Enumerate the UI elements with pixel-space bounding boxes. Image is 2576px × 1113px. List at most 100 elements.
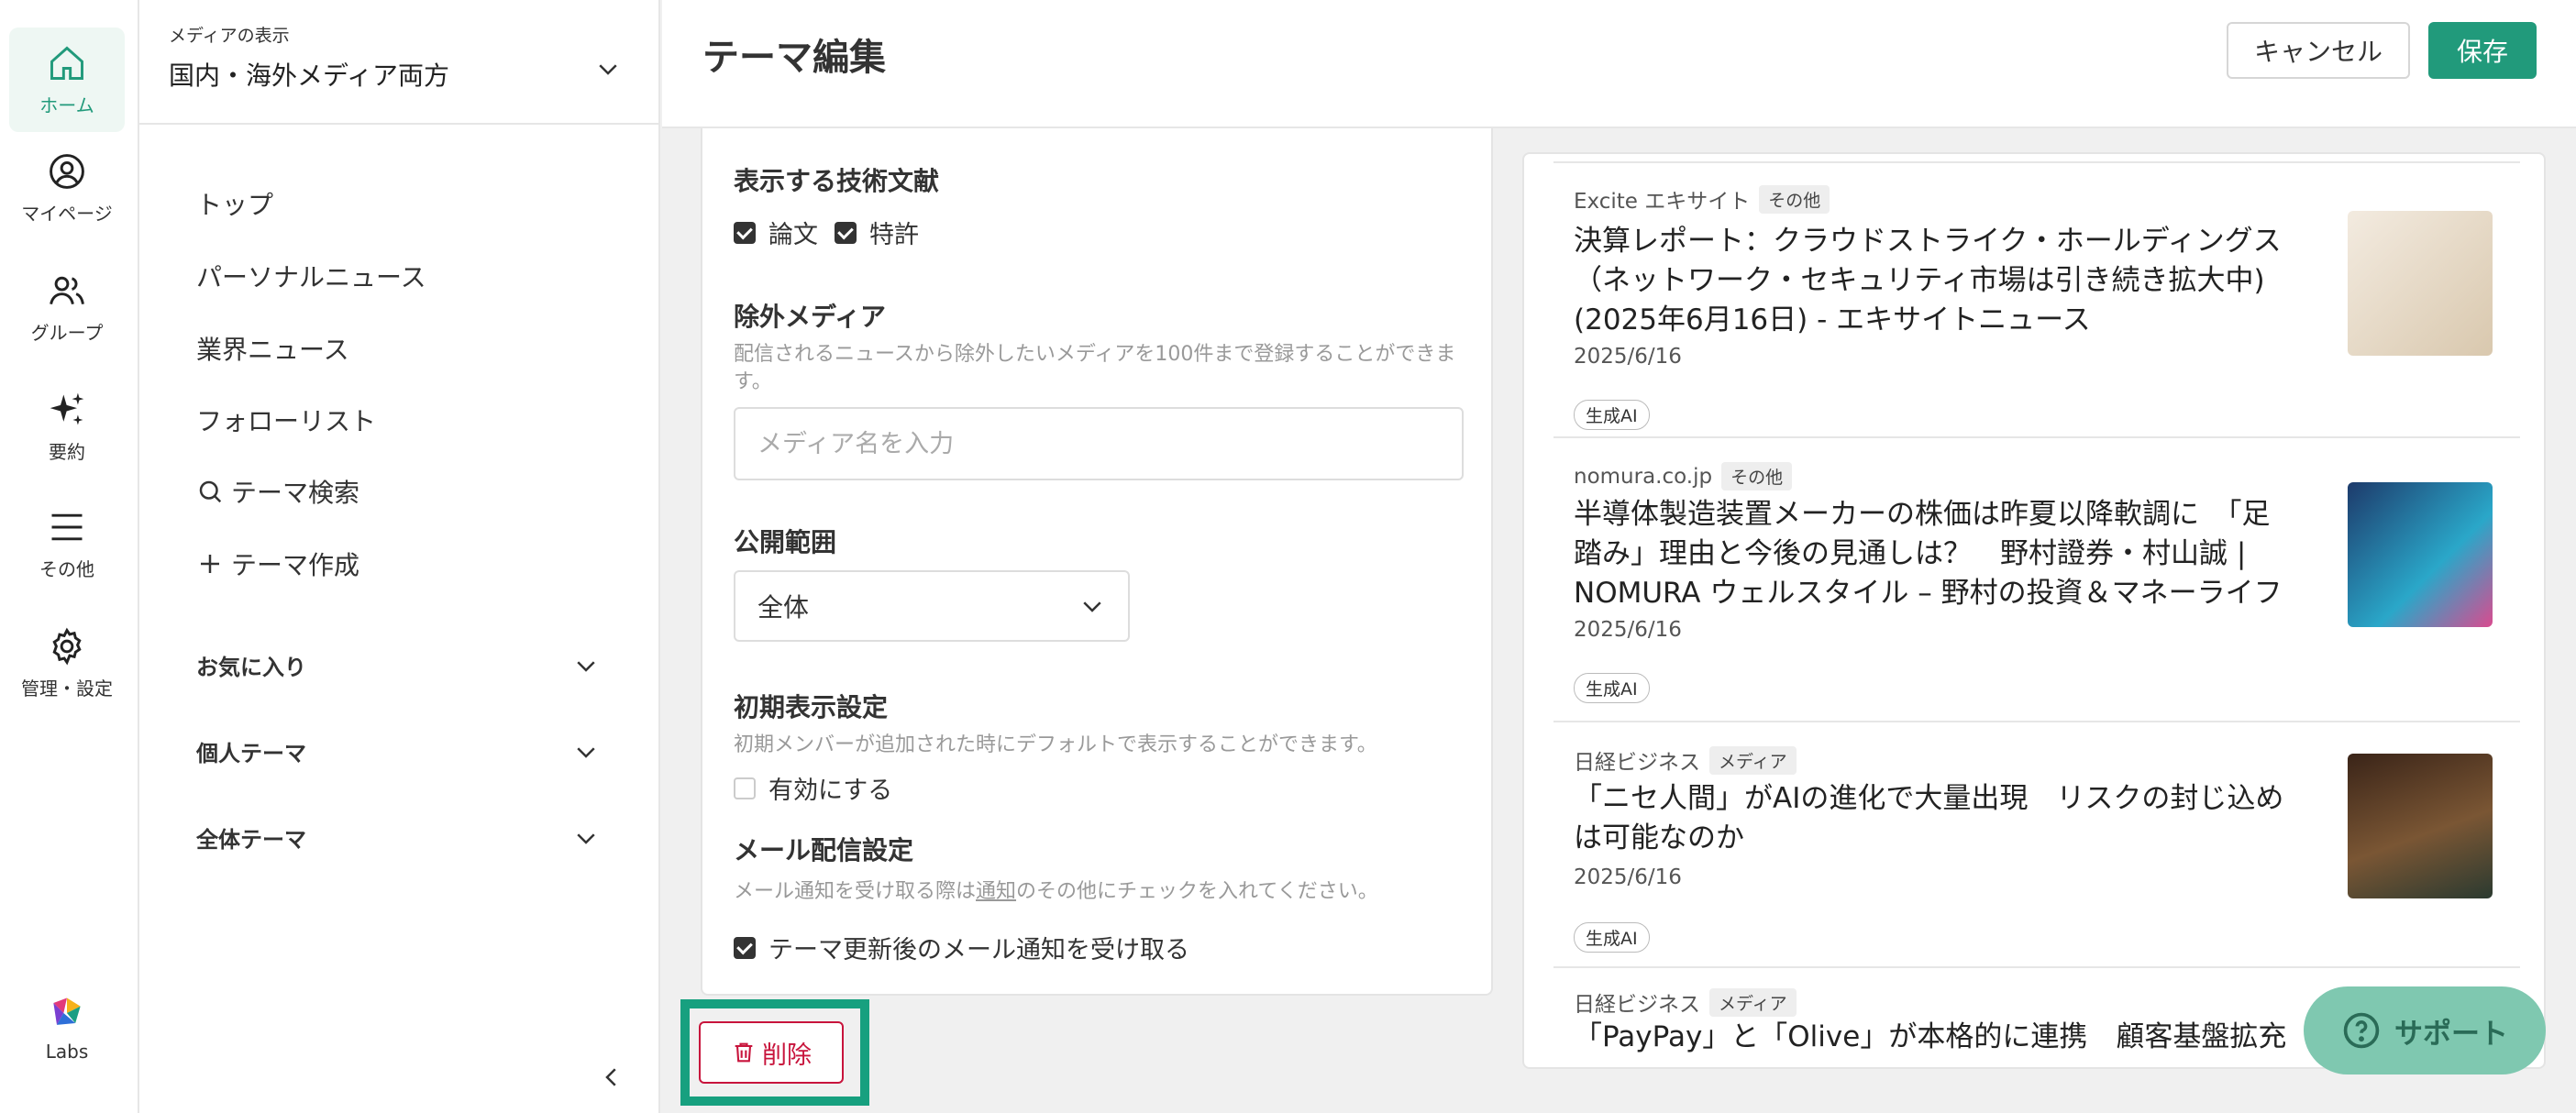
rail-summary[interactable]: 要約: [9, 374, 125, 479]
paper-checkbox-label: 論文: [768, 221, 818, 249]
news-card[interactable]: nomura.co.jp その他 半導体製造装置メーカーの株価は昨夏以降軟調に 「…: [1553, 440, 2520, 722]
rail-labs[interactable]: Labs: [9, 975, 125, 1080]
news-tag[interactable]: 生成AI: [1574, 922, 1650, 953]
news-title[interactable]: 半導体製造装置メーカーの株価は昨夏以降軟調に 「足踏み」理由と今後の見通しは？ …: [1574, 495, 2298, 613]
news-source-name: 日経ビジネス: [1574, 993, 1700, 1017]
news-source: nomura.co.jp その他: [1574, 462, 1793, 490]
chevron-down-icon: [1083, 601, 1101, 612]
mail-settings-title: メール配信設定: [734, 835, 914, 865]
news-category-badge: メディア: [1709, 745, 1797, 775]
trash-icon: [735, 1042, 753, 1063]
rail-settings-label: 管理・設定: [21, 677, 113, 700]
nav-theme-search[interactable]: テーマ検索: [196, 473, 359, 510]
rail-settings[interactable]: 管理・設定: [9, 611, 125, 715]
gear-icon: [52, 627, 82, 666]
nav-group-favorites-label: お気に入り: [196, 655, 306, 680]
delete-highlight: 削除: [680, 999, 869, 1106]
nav-group-personal-label: 個人テーマ: [196, 741, 306, 766]
rail-mypage[interactable]: マイページ: [9, 136, 125, 240]
scope-select[interactable]: 全体: [734, 570, 1130, 642]
chevron-down-icon: [577, 660, 595, 672]
exclude-media-desc: 配信されるニュースから除外したいメディアを100件まで登録することができます。: [734, 343, 1456, 393]
nav-group-all[interactable]: 全体テーマ: [196, 821, 600, 854]
rail-labs-label: Labs: [45, 1041, 89, 1063]
exclude-media-input[interactable]: [734, 407, 1464, 480]
user-circle-icon: [50, 153, 84, 189]
save-button[interactable]: 保存: [2428, 22, 2537, 79]
plus-icon: [201, 555, 219, 573]
search-icon: [199, 480, 222, 503]
notification-link[interactable]: 通知: [976, 880, 1016, 903]
icon-rail: ホーム マイページ グループ 要約 その他 管理・設定 Labs: [0, 0, 139, 1113]
news-card[interactable]: 日経ビジネス メディア 「ニセ人間」がAIの進化で大量出現 リスクの封じ込めは可能…: [1553, 724, 2520, 968]
chevron-left-icon[interactable]: [598, 1063, 625, 1091]
rail-home[interactable]: ホーム: [9, 28, 125, 132]
news-source-name: nomura.co.jp: [1574, 464, 1713, 489]
initial-display-title: 初期表示設定: [734, 692, 889, 722]
delete-button[interactable]: 削除: [699, 1021, 844, 1084]
rail-other[interactable]: その他: [9, 491, 125, 596]
sidebar: メディアの表示 国内・海外メディア両方 トップ パーソナルニュース 業界ニュース…: [139, 0, 660, 1113]
chevron-down-icon: [577, 746, 595, 758]
mail-notify-checkbox[interactable]: テーマ更新後のメール通知を受け取る: [734, 930, 1189, 965]
nav-group-personal[interactable]: 個人テーマ: [196, 735, 600, 767]
rail-other-label: その他: [39, 557, 94, 580]
news-tag[interactable]: 生成AI: [1574, 400, 1650, 430]
media-display-label: メディアの表示: [169, 26, 290, 46]
scope-title: 公開範囲: [734, 527, 837, 557]
rail-group-label: グループ: [30, 321, 104, 344]
news-date: 2025/6/16: [1574, 865, 1682, 889]
home-icon: [50, 46, 83, 80]
news-title[interactable]: 決算レポート：クラウドストライク・ホールディングス（ネットワーク・セキュリティ市…: [1574, 222, 2298, 340]
news-category-badge: メディア: [1709, 987, 1797, 1017]
rail-mypage-label: マイページ: [21, 202, 113, 225]
news-category-badge: その他: [1721, 462, 1793, 490]
nav-group-favorites[interactable]: お気に入り: [196, 649, 600, 681]
scope-select-value: 全体: [757, 592, 810, 623]
checkbox-checked-icon: [734, 221, 756, 244]
support-button[interactable]: サポート: [2304, 986, 2546, 1074]
initial-display-checkbox-label: 有効にする: [768, 777, 893, 805]
chevron-down-icon: [599, 64, 617, 75]
mail-notify-checkbox-label: テーマ更新後のメール通知を受け取る: [768, 936, 1189, 964]
initial-display-checkbox[interactable]: 有効にする: [734, 770, 892, 806]
patent-checkbox[interactable]: 特許: [835, 215, 919, 250]
tech-docs-title: 表示する技術文献: [734, 166, 940, 196]
theme-settings-panel: 表示する技術文献 論文 特許 除外メディア 配信されるニュースから除外したいメデ…: [701, 128, 1493, 996]
news-source: 日経ビジネス メディア: [1574, 986, 1797, 1018]
news-thumbnail: [2348, 211, 2493, 356]
nav-follow-list[interactable]: フォローリスト: [196, 402, 376, 438]
labs-logo-icon: [53, 997, 81, 1025]
news-card[interactable]: Excite エキサイト その他 決算レポート：クラウドストライク・ホールディング…: [1553, 165, 2520, 438]
news-date: 2025/6/16: [1574, 345, 1682, 369]
news-category-badge: その他: [1759, 184, 1830, 214]
mail-desc-post: のその他にチェックを入れてください。: [1016, 880, 1378, 903]
mail-settings-desc: メール通知を受け取る際は通知のその他にチェックを入れてください。: [734, 878, 1476, 906]
exclude-media-title: 除外メディア: [734, 302, 887, 332]
nav-industry-news[interactable]: 業界ニュース: [196, 330, 349, 367]
menu-icon: [51, 513, 83, 540]
news-tag[interactable]: 生成AI: [1574, 673, 1650, 703]
news-title[interactable]: 「ニセ人間」がAIの進化で大量出現 リスクの封じ込めは可能なのか: [1574, 779, 2298, 858]
news-date: 2025/6/16: [1574, 618, 1682, 642]
news-source: Excite エキサイト その他: [1574, 183, 1830, 215]
media-display-select[interactable]: メディアの表示 国内・海外メディア両方: [139, 0, 658, 125]
sparkle-icon: [50, 392, 84, 424]
nav-personal-news[interactable]: パーソナルニュース: [196, 258, 426, 294]
news-source: 日経ビジネス メディア: [1574, 744, 1797, 776]
nav-theme-create[interactable]: テーマ作成: [196, 545, 359, 582]
nav-top[interactable]: トップ: [196, 185, 273, 222]
paper-checkbox[interactable]: 論文: [734, 215, 818, 250]
news-preview-panel: Excite エキサイト その他 決算レポート：クラウドストライク・ホールディング…: [1522, 152, 2546, 1069]
chevron-down-icon: [577, 832, 595, 844]
news-source-name: 日経ビジネス: [1574, 751, 1700, 775]
checkbox-checked-icon: [835, 221, 857, 244]
rail-group[interactable]: グループ: [9, 255, 125, 359]
patent-checkbox-label: 特許: [869, 221, 919, 249]
rail-home-label: ホーム: [39, 94, 94, 116]
rail-summary-label: 要約: [49, 440, 85, 463]
news-title[interactable]: 「PayPay」と「Olive」が本格的に連携 顧客基盤拡充: [1574, 1018, 2298, 1057]
nav-group-all-label: 全体テーマ: [196, 827, 306, 853]
checkbox-unchecked-icon: [734, 777, 756, 799]
cancel-button[interactable]: キャンセル: [2227, 22, 2410, 79]
